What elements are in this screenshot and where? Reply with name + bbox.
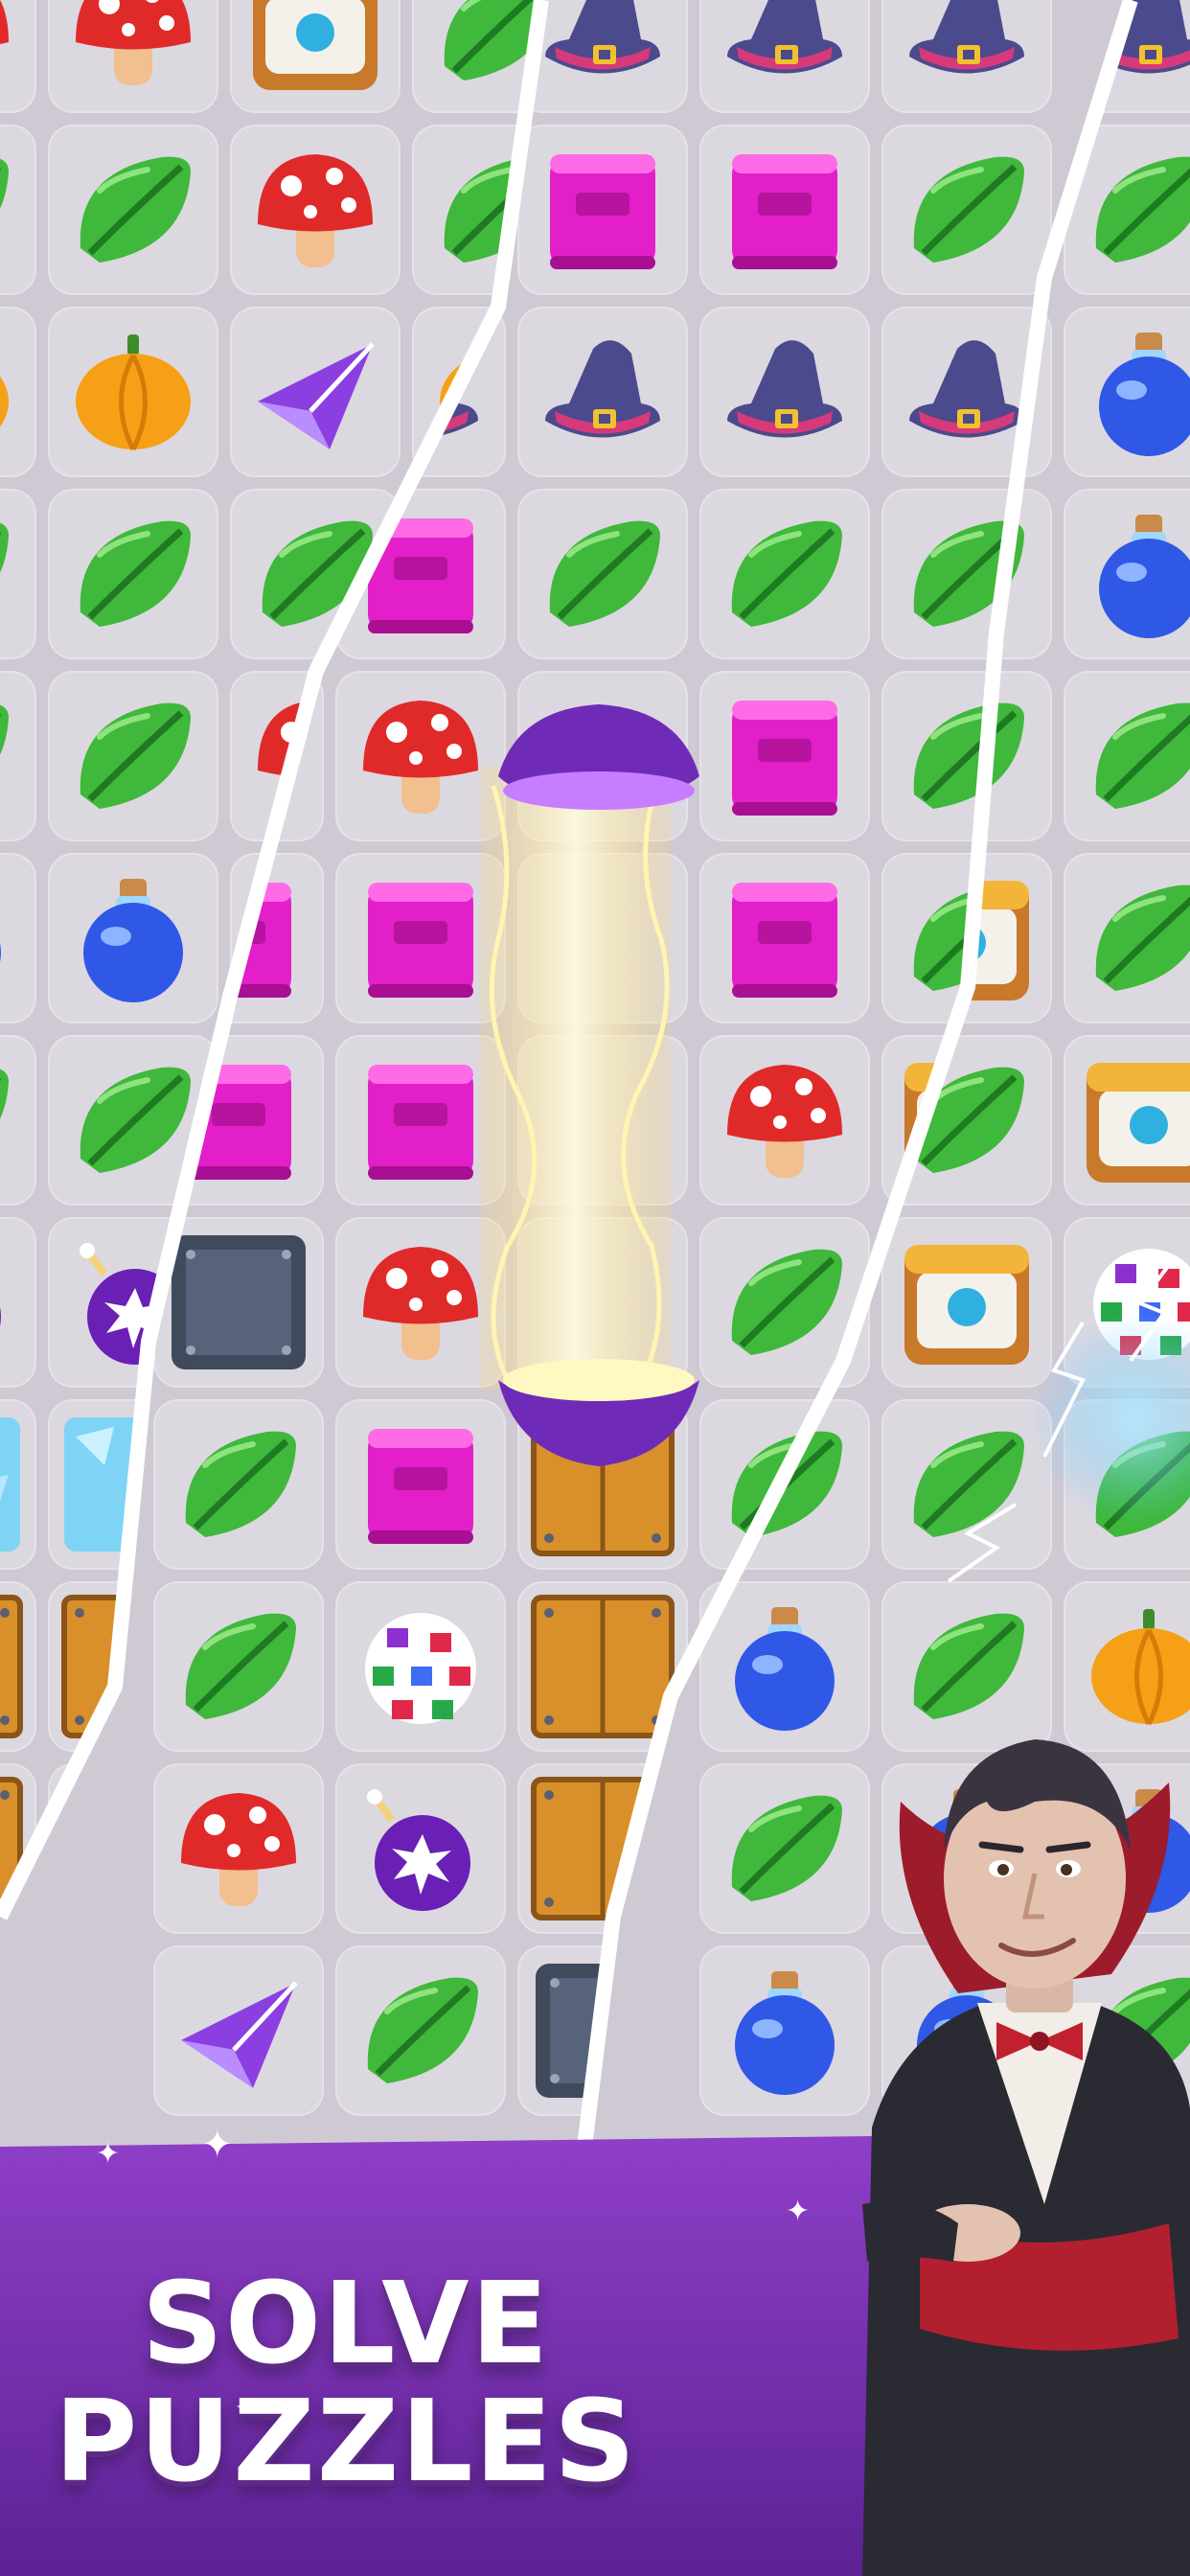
sparkle-icon: ✦	[201, 2123, 234, 2167]
sparkle-icon: ✦	[786, 2195, 811, 2228]
sparkle-icon: ✦	[96, 2137, 121, 2171]
game-screenshot: SOLVE PUZZLES ✦ ✦ ✦ ✦	[0, 0, 1190, 2576]
promo-title-line1: SOLVE	[141, 2257, 551, 2389]
vampire-character	[862, 1739, 1190, 2576]
promo-title-line2: PUZZLES	[54, 2375, 638, 2507]
sparkle-icon: ✦	[235, 2396, 253, 2420]
